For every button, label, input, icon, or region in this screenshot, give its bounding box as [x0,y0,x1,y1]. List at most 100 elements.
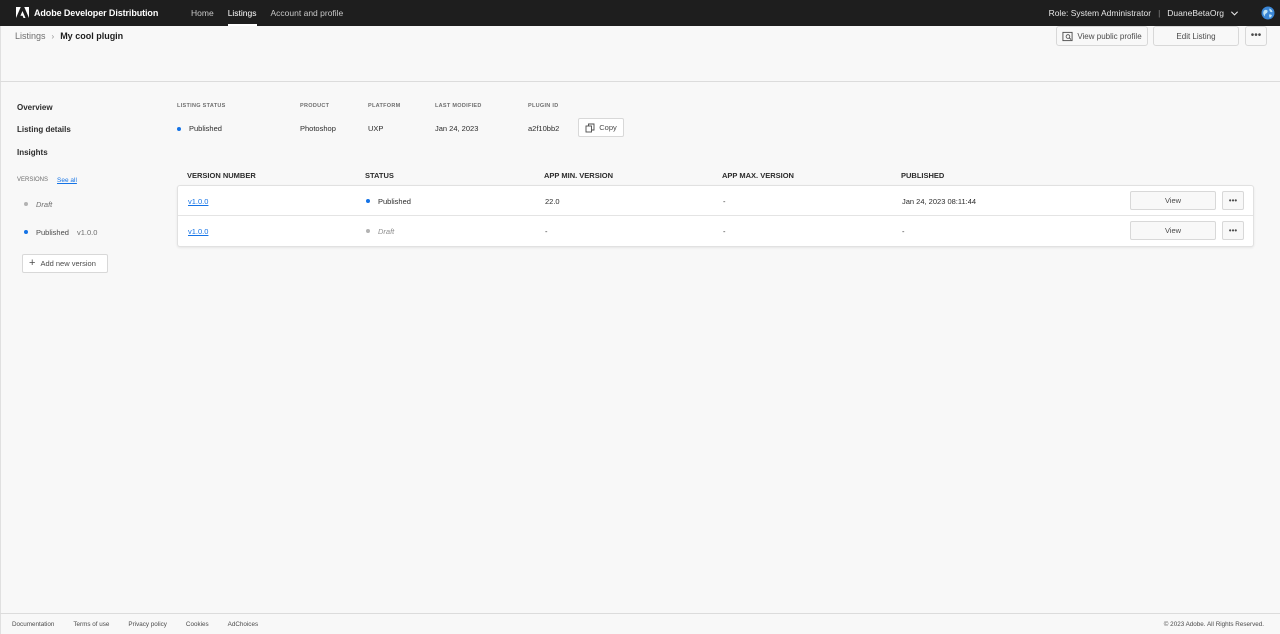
more-icon: ••• [1228,195,1238,205]
main-nav: Home Listings Account and profile [184,0,350,26]
published-date: - [902,226,905,236]
column-app-min-version: APP MIN. VERSION [544,170,614,180]
row-more-button[interactable]: ••• [1222,221,1244,240]
published-label: Published [36,227,69,237]
product-label: PRODUCT [300,103,330,109]
version-link[interactable]: v1.0.0 [188,227,208,236]
sidebar-version-published[interactable]: Published v1.0.0 [24,228,137,237]
draft-status-dot [24,202,28,207]
versions-header: VERSIONS See all [17,177,137,184]
view-public-profile-label: View public profile [1077,31,1142,41]
plugin-id-field: PLUGIN ID a2f10bb2 [528,103,559,133]
org-switcher[interactable]: DuaneBetaOrg [1167,8,1239,18]
adobe-logo-icon [16,7,29,18]
sidebar-item-overview[interactable]: Overview [17,103,137,125]
page-title: My cool plugin [60,31,124,41]
listing-status-text: Published [189,124,222,133]
product-value: Photoshop [300,124,336,133]
more-icon: ••• [1250,30,1262,41]
column-app-max-version: APP MAX. VERSION [722,170,794,180]
copy-label: Copy [599,123,617,132]
last-modified-field: LAST MODIFIED Jan 24, 2023 [435,103,482,133]
page-edge [0,26,1,634]
copyright: © 2023 Adobe. All Rights Reserved. [1163,620,1264,628]
row-more-button[interactable]: ••• [1222,191,1244,210]
table-row: v1.0.0 Published 22.0 - Jan 24, 2023 08:… [178,186,1253,216]
app-min-version: - [545,226,548,236]
chevron-down-icon [1230,10,1239,16]
status-dot [366,199,370,203]
footer-link-cookies[interactable]: Cookies [186,621,209,628]
nav-account-and-profile[interactable]: Account and profile [264,0,351,26]
versions-table: VERSION NUMBER STATUS APP MIN. VERSION A… [177,165,1254,247]
globe-icon[interactable] [1261,6,1275,20]
role-label: Role: System Administrator [1048,8,1152,18]
edit-listing-button[interactable]: Edit Listing [1153,26,1239,46]
draft-label: Draft [36,199,53,209]
product-field: PRODUCT Photoshop [300,103,336,133]
table-row: v1.0.0 Draft - - - View ••• [178,216,1253,246]
last-modified-label: LAST MODIFIED [435,103,482,109]
column-published: PUBLISHED [901,170,945,180]
breadcrumb-separator: › [51,31,55,41]
versions-label: VERSIONS [17,177,49,184]
nav-home[interactable]: Home [184,0,221,26]
platform-label: PLATFORM [368,103,401,109]
footer-links: Documentation Terms of use Privacy polic… [12,621,277,628]
view-button[interactable]: View [1130,221,1216,240]
brand-name: Adobe Developer Distribution [34,8,159,18]
last-modified-value: Jan 24, 2023 [435,124,479,133]
platform-field: PLATFORM UXP [368,103,401,133]
plus-icon: + [29,256,36,269]
add-new-version-label: Add new version [40,258,96,268]
published-status-dot [24,230,28,235]
status-dot [177,126,181,131]
footer-link-documentation[interactable]: Documentation [12,621,54,628]
footer-link-adchoices[interactable]: AdChoices [228,621,258,628]
app-max-version: - [723,226,726,236]
sidebar-item-listing-details[interactable]: Listing details [17,125,137,147]
header-more-button[interactable]: ••• [1245,26,1267,46]
table-body: v1.0.0 Published 22.0 - Jan 24, 2023 08:… [177,185,1254,247]
sidebar-version-draft[interactable]: Draft [24,200,137,209]
plugin-id-value: a2f10bb2 [528,124,560,133]
listing-status-field: LISTING STATUS Published [177,103,226,133]
plugin-id-label: PLUGIN ID [528,103,559,109]
header-actions: View public profile Edit Listing ••• [1056,26,1267,46]
table-header: VERSION NUMBER STATUS APP MIN. VERSION A… [177,165,1254,185]
column-version-number: VERSION NUMBER [187,170,256,180]
view-button[interactable]: View [1130,191,1216,210]
footer: Documentation Terms of use Privacy polic… [0,613,1280,634]
nav-listings[interactable]: Listings [221,0,264,26]
profile-icon [1062,31,1073,41]
listing-status-label: LISTING STATUS [177,103,226,109]
status-text: Published [378,196,411,206]
app-min-version: 22.0 [545,196,560,206]
more-icon: ••• [1228,225,1238,235]
copy-plugin-id-button[interactable]: Copy [578,118,624,137]
footer-link-privacy[interactable]: Privacy policy [128,621,167,628]
column-status: STATUS [365,170,394,180]
platform-value: UXP [368,124,384,133]
footer-link-terms[interactable]: Terms of use [73,621,109,628]
app-max-version: - [723,196,726,206]
status-dot [366,229,370,233]
published-date: Jan 24, 2023 08:11:44 [902,196,977,206]
add-new-version-button[interactable]: + Add new version [22,253,108,273]
brand[interactable]: Adobe Developer Distribution [16,7,184,19]
role-separator: | [1158,8,1161,18]
breadcrumb: Listings › My cool plugin [15,31,123,41]
breadcrumb-listings[interactable]: Listings [15,31,46,41]
view-public-profile-button[interactable]: View public profile [1056,26,1148,46]
sidebar: Overview Listing details Insights VERSIO… [17,103,137,273]
status-text: Draft [378,226,395,236]
sidebar-item-insights[interactable]: Insights [17,148,137,170]
copy-icon [585,123,595,132]
top-navigation: Adobe Developer Distribution Home Listin… [0,0,1280,26]
org-name: DuaneBetaOrg [1167,8,1224,18]
see-all-link[interactable]: See all [57,177,77,184]
listing-status-value: Published [177,124,226,133]
published-version: v1.0.0 [76,227,98,237]
user-area: Role: System Administrator | DuaneBetaOr… [1049,0,1280,26]
version-link[interactable]: v1.0.0 [188,197,208,206]
